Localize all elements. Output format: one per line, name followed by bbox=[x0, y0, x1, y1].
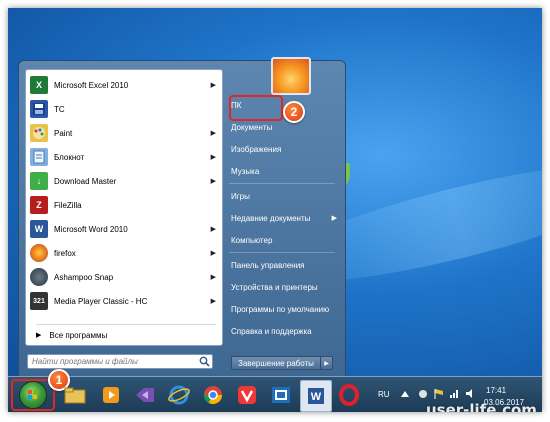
program-item-download-master[interactable]: ↓ Download Master ▶ bbox=[30, 170, 218, 192]
volume-icon[interactable] bbox=[465, 388, 476, 401]
places-label: Музыка bbox=[231, 166, 260, 176]
program-label: Media Player Classic - HC bbox=[54, 296, 148, 306]
all-programs-label: Все программы bbox=[49, 330, 108, 340]
word-icon: W bbox=[30, 220, 48, 238]
download-master-icon: ↓ bbox=[30, 172, 48, 190]
programs-divider bbox=[36, 324, 216, 325]
places-label: Документы bbox=[231, 122, 273, 132]
program-label: FileZilla bbox=[54, 200, 82, 210]
user-picture[interactable] bbox=[271, 57, 311, 95]
submenu-arrow-icon: ▶ bbox=[210, 82, 216, 89]
opera-icon[interactable] bbox=[334, 380, 364, 410]
places-item-control-panel[interactable]: Панель управления bbox=[225, 255, 339, 275]
action-center-flag-icon[interactable] bbox=[433, 388, 444, 401]
places-divider bbox=[229, 183, 335, 184]
places-item-default-programs[interactable]: Программы по умолчанию bbox=[225, 299, 339, 319]
tray-app-icon[interactable] bbox=[418, 389, 428, 401]
submenu-arrow-icon: ▶ bbox=[210, 274, 216, 281]
save-icon bbox=[30, 100, 48, 118]
program-label: Ashampoo Snap bbox=[54, 272, 114, 282]
submenu-arrow-icon: ▶ bbox=[210, 130, 216, 137]
chrome-icon[interactable] bbox=[198, 380, 228, 410]
program-label: Download Master bbox=[54, 176, 117, 186]
places-item-help-support[interactable]: Справка и поддержка bbox=[225, 321, 339, 341]
places-label: Устройства и принтеры bbox=[231, 282, 318, 292]
places-label: Недавние документы bbox=[231, 213, 311, 223]
places-label: Игры bbox=[231, 191, 250, 201]
program-label: Microsoft Excel 2010 bbox=[54, 80, 129, 90]
all-programs-button[interactable]: ▶ Все программы bbox=[30, 327, 216, 343]
svg-text:W: W bbox=[311, 391, 322, 403]
places-item-pictures[interactable]: Изображения bbox=[225, 139, 339, 159]
program-item-media-player-classic[interactable]: 321 Media Player Classic - HC ▶ bbox=[30, 290, 218, 312]
program-item-word[interactable]: W Microsoft Word 2010 ▶ bbox=[30, 218, 218, 240]
places-label: Изображения bbox=[231, 144, 282, 154]
search-input[interactable] bbox=[27, 354, 213, 369]
places-item-devices-printers[interactable]: Устройства и принтеры bbox=[225, 277, 339, 297]
filezilla-icon: Z bbox=[30, 196, 48, 214]
explorer-icon[interactable] bbox=[60, 380, 90, 410]
program-item-filezilla[interactable]: Z FileZilla bbox=[30, 194, 218, 216]
pk-highlight-frame bbox=[229, 95, 283, 121]
network-app-icon[interactable] bbox=[266, 380, 296, 410]
tray-expand-icon[interactable] bbox=[400, 389, 410, 401]
submenu-arrow-icon: ▶ bbox=[210, 178, 216, 185]
places-divider bbox=[229, 252, 335, 253]
excel-icon: X bbox=[30, 76, 48, 94]
notepad-icon bbox=[30, 148, 48, 166]
visual-studio-icon[interactable] bbox=[130, 380, 160, 410]
vivaldi-icon[interactable] bbox=[232, 380, 262, 410]
program-item-notepad[interactable]: Блокнот ▶ bbox=[30, 146, 218, 168]
internet-explorer-icon[interactable] bbox=[164, 380, 194, 410]
all-programs-arrow-icon: ▶ bbox=[36, 332, 42, 339]
submenu-arrow-icon: ▶ bbox=[210, 154, 216, 161]
submenu-arrow-icon: ▶ bbox=[210, 250, 216, 257]
ashampoo-snap-icon bbox=[30, 268, 48, 286]
program-label: Paint bbox=[54, 128, 73, 138]
watermark: user-life.com bbox=[426, 401, 537, 412]
network-icon[interactable] bbox=[449, 388, 460, 401]
clock-time[interactable]: 17:41 bbox=[486, 386, 506, 395]
places-label: Компьютер bbox=[231, 235, 273, 245]
program-item-paint[interactable]: Paint ▶ bbox=[30, 122, 218, 144]
places-pane: ПК Документы Изображения Музыка Игры Нед… bbox=[225, 91, 343, 351]
program-label: Microsoft Word 2010 bbox=[54, 224, 128, 234]
media-player-icon[interactable] bbox=[96, 380, 126, 410]
step-badge-2: 2 bbox=[283, 101, 305, 123]
word-icon[interactable]: W bbox=[300, 380, 332, 412]
program-label: TC bbox=[54, 104, 65, 114]
shutdown-button[interactable]: Завершение работы bbox=[231, 356, 321, 370]
places-item-music[interactable]: Музыка bbox=[225, 161, 339, 181]
program-item-tc[interactable]: TC bbox=[30, 98, 218, 120]
places-label: Справка и поддержка bbox=[231, 326, 312, 336]
start-menu: X Microsoft Excel 2010 ▶ TC Paint ▶ Блок… bbox=[18, 57, 346, 380]
program-label: Блокнот bbox=[54, 152, 85, 162]
program-label: firefox bbox=[54, 248, 76, 258]
media-player-classic-icon: 321 bbox=[30, 292, 48, 310]
places-item-computer[interactable]: Компьютер bbox=[225, 230, 339, 250]
program-item-firefox[interactable]: firefox ▶ bbox=[30, 242, 218, 264]
programs-pane: X Microsoft Excel 2010 ▶ TC Paint ▶ Блок… bbox=[25, 69, 223, 346]
program-item-ashampoo-snap[interactable]: Ashampoo Snap ▶ bbox=[30, 266, 218, 288]
program-item-excel[interactable]: X Microsoft Excel 2010 ▶ bbox=[30, 74, 218, 96]
firefox-icon bbox=[30, 244, 48, 262]
search-icon[interactable] bbox=[199, 356, 210, 367]
shutdown-options-button[interactable]: ▶ bbox=[321, 356, 333, 370]
keyboard-language[interactable]: RU bbox=[378, 390, 390, 399]
places-item-games[interactable]: Игры bbox=[225, 186, 339, 206]
submenu-arrow-icon: ▶ bbox=[210, 226, 216, 233]
start-button-icon[interactable] bbox=[19, 381, 47, 409]
places-label: Панель управления bbox=[231, 260, 305, 270]
paint-icon bbox=[30, 124, 48, 142]
submenu-arrow-icon: ▶ bbox=[331, 215, 337, 222]
places-item-recent-documents[interactable]: Недавние документы ▶ bbox=[225, 208, 339, 228]
submenu-arrow-icon: ▶ bbox=[210, 298, 216, 305]
places-label: Программы по умолчанию bbox=[231, 304, 330, 314]
shutdown-label: Завершение работы bbox=[238, 358, 314, 368]
screenshot-frame: X Microsoft Excel 2010 ▶ TC Paint ▶ Блок… bbox=[8, 8, 542, 412]
